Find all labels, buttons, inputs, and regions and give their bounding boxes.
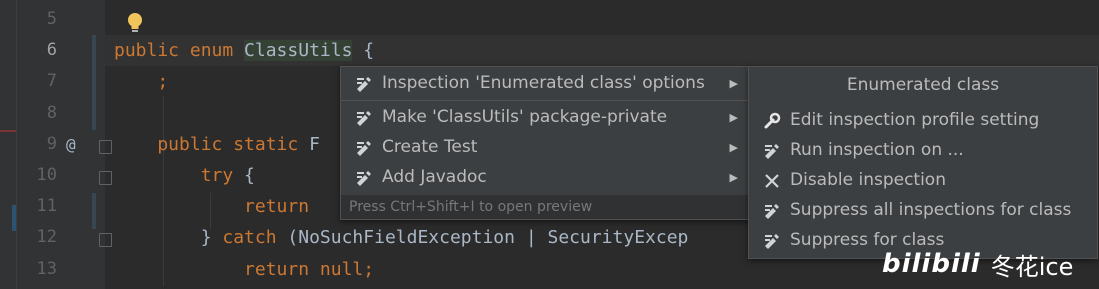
code-token: ;: [114, 71, 169, 93]
code-token: ClassUtils: [244, 40, 353, 62]
menu-item-inspection-options[interactable]: Inspection 'Enumerated class' options ▶: [341, 69, 750, 98]
code-token: return null: [114, 258, 364, 280]
line-number: 10: [36, 165, 57, 185]
menu-item-add-javadoc[interactable]: Add Javadoc ▶: [341, 163, 750, 192]
inspection-options-submenu: Enumerated class Edit inspection profile…: [748, 66, 1098, 259]
menu-item-label: Disable inspection: [790, 170, 946, 190]
code-token: (NoSuchFieldException | SecurityExcep: [287, 227, 689, 249]
bilibili-logo: bilibili: [882, 249, 981, 279]
code-token: return: [114, 196, 320, 218]
wrench-icon: [764, 112, 781, 129]
code-token: {: [352, 40, 375, 62]
code-line[interactable]: try {: [114, 160, 255, 191]
code-token: public enum: [114, 40, 245, 62]
line-number: 8: [46, 102, 57, 123]
intention-actions-menu: Inspection 'Enumerated class' options ▶ …: [340, 66, 751, 220]
menu-item-label: Make 'ClassUtils' package-private: [382, 107, 668, 127]
lightbulb-icon[interactable]: [125, 12, 145, 34]
code-line[interactable]: return null;: [114, 254, 374, 285]
quickfix-icon: [765, 144, 779, 159]
code-line[interactable]: ;: [114, 66, 168, 97]
code-token: F: [309, 133, 320, 155]
menu-item-label: Edit inspection profile setting: [790, 110, 1040, 130]
submenu-title: Enumerated class: [846, 75, 1000, 95]
left-tool-strip: [0, 0, 17, 289]
code-token: catch: [222, 227, 288, 249]
menu-item-run-inspection[interactable]: Run inspection on ...: [749, 136, 1097, 165]
quickfix-icon: [357, 171, 371, 186]
close-icon: [765, 174, 779, 188]
quickfix-icon: [765, 234, 779, 249]
line-number: 9: [46, 133, 57, 154]
vcs-change-bar[interactable]: [92, 35, 96, 130]
menu-item-suppress-all[interactable]: Suppress all inspections for class: [749, 196, 1097, 225]
submenu-arrow-icon: ▶: [729, 171, 738, 184]
preview-hint: Press Ctrl+Shift+I to open preview: [341, 195, 750, 219]
line-number: 6: [46, 40, 57, 61]
quickfix-icon: [357, 77, 371, 92]
fold-icon[interactable]: [99, 233, 112, 247]
quickfix-icon: [357, 141, 371, 156]
watermark: bilibili 冬花ice: [882, 244, 1073, 284]
menu-item-label: Add Javadoc: [382, 167, 487, 187]
code-line[interactable]: return: [114, 191, 320, 222]
submenu-arrow-icon: ▶: [729, 111, 738, 124]
menu-item-label: Suppress all inspections for class: [790, 200, 1072, 220]
code-token: }: [114, 227, 223, 249]
error-marker: [0, 130, 16, 132]
watermark-user: 冬花ice: [990, 252, 1074, 281]
vcs-change-bar[interactable]: [92, 193, 96, 229]
menu-item-disable-inspection[interactable]: Disable inspection: [749, 166, 1097, 195]
code-token: ;: [363, 258, 375, 280]
menu-item-label: Run inspection on ...: [790, 140, 964, 160]
code-line[interactable]: public static F: [114, 129, 320, 160]
code-line[interactable]: } catch (NoSuchFieldException | Security…: [114, 222, 689, 253]
submenu-arrow-icon: ▶: [729, 141, 738, 154]
line-number: 11: [36, 196, 57, 217]
fold-icon[interactable]: [99, 171, 112, 185]
line-number: 7: [46, 71, 57, 92]
menu-item-label: Inspection 'Enumerated class' options: [382, 73, 705, 93]
menu-separator: [341, 100, 750, 101]
override-gutter-icon[interactable]: @: [66, 135, 76, 154]
code-token: public static: [114, 133, 310, 155]
menu-item-label: Create Test: [382, 137, 478, 157]
line-number: 12: [36, 227, 57, 248]
menu-item-edit-inspection-profile[interactable]: Edit inspection profile setting: [749, 106, 1097, 135]
line-number: 5: [46, 9, 57, 29]
menu-item-create-test[interactable]: Create Test ▶: [341, 133, 750, 162]
code-token: try: [114, 165, 245, 186]
code-line[interactable]: public enum ClassUtils {: [114, 35, 374, 66]
quickfix-icon: [765, 204, 779, 219]
fold-icon[interactable]: [99, 140, 112, 154]
change-marker: [12, 205, 16, 231]
menu-item-make-package-private[interactable]: Make 'ClassUtils' package-private ▶: [341, 103, 750, 132]
line-number: 13: [36, 258, 57, 279]
submenu-arrow-icon: ▶: [729, 77, 738, 90]
code-token: {: [244, 165, 255, 186]
quickfix-icon: [357, 111, 371, 126]
